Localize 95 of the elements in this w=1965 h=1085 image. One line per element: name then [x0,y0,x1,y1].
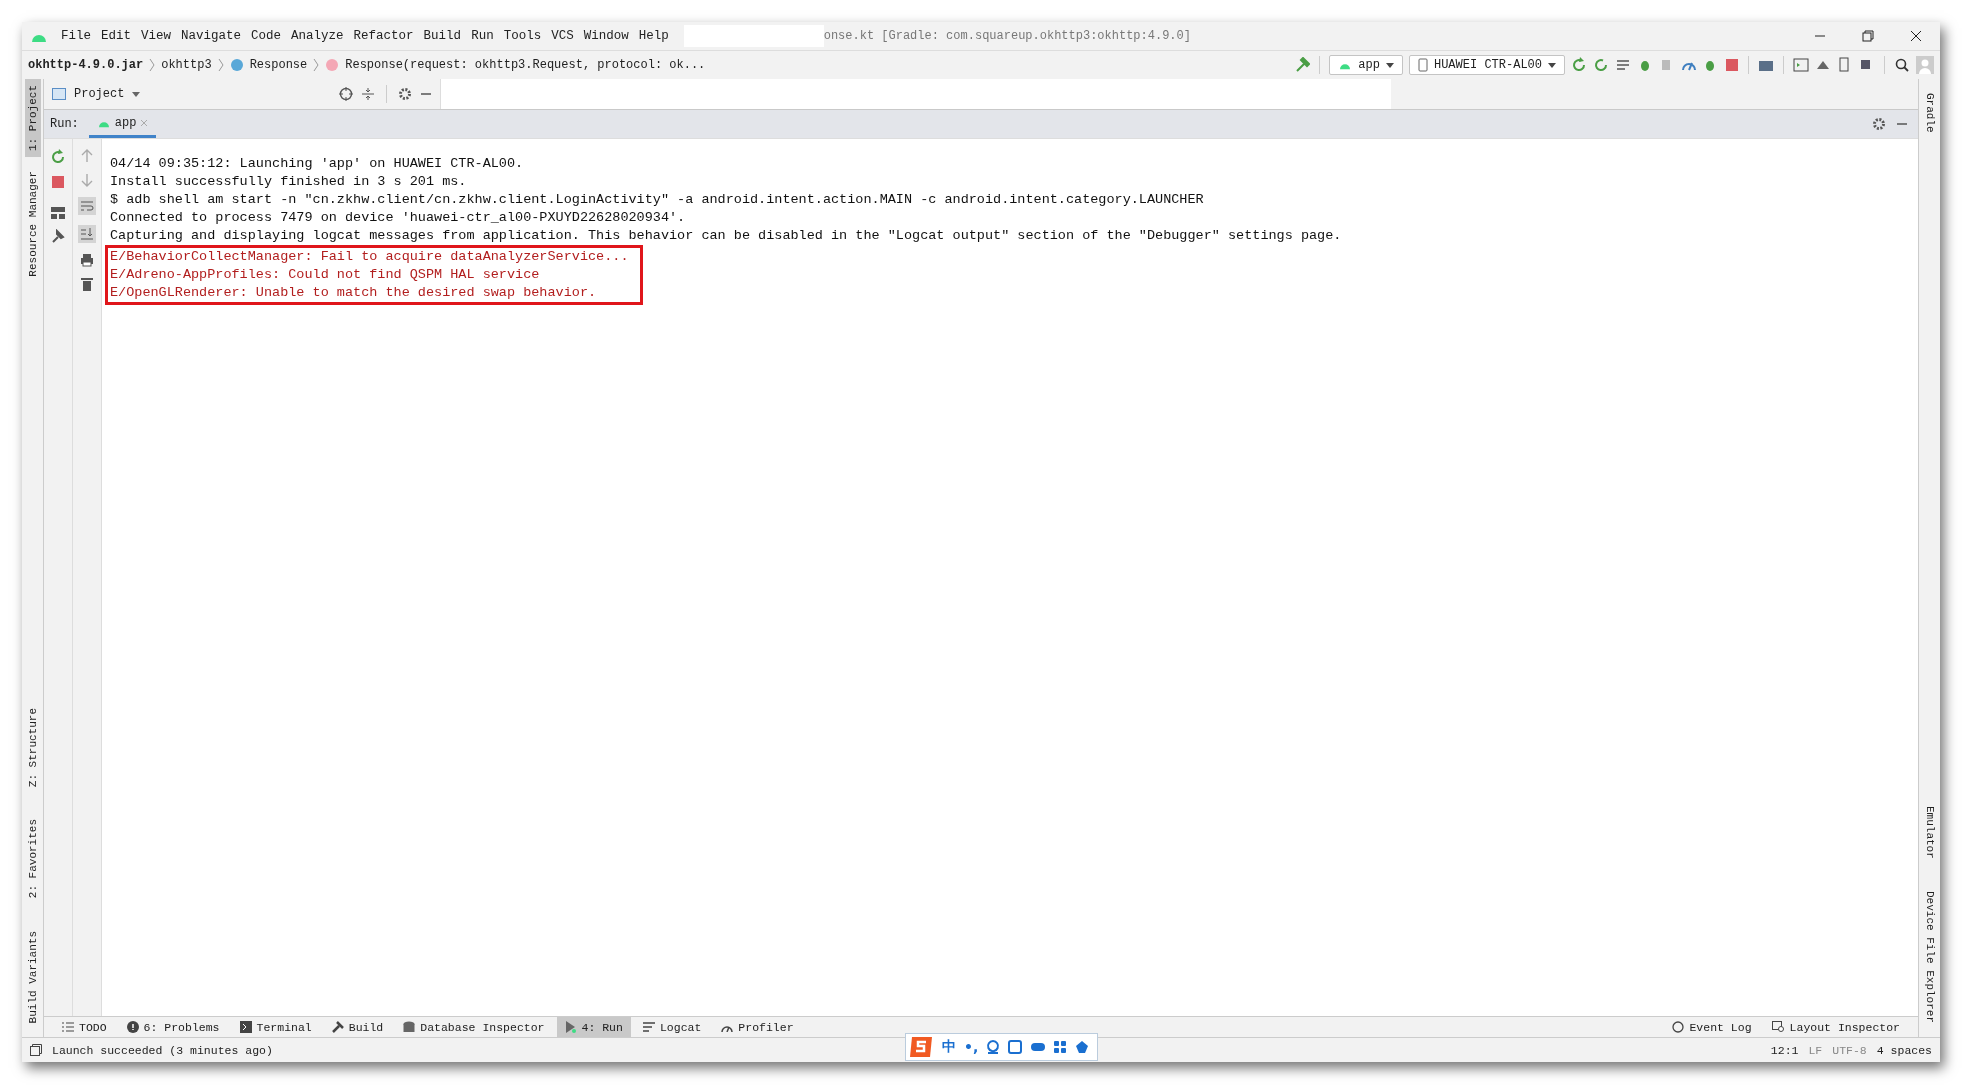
menu-item[interactable]: Refactor [348,29,419,43]
tool-window-tab[interactable]: Layout Inspector [1763,1017,1908,1037]
tool-window-tab[interactable]: Emulator [1921,800,1938,865]
tool-window-tab[interactable]: Logcat [634,1017,710,1037]
caret-icon [1385,62,1394,68]
console-line: Capturing and displaying logcat messages from application. This behavior can be disabled in the "Logcat output" section of the "Debugger" settings page. [110,227,1343,245]
terminal-icon [239,1021,252,1033]
layout-icon[interactable] [51,207,65,219]
run-label: Run: [50,117,79,131]
caret-icon[interactable] [132,91,141,97]
tool-window-tab[interactable]: 1: Project [24,79,41,157]
project-icon [52,88,66,100]
tool-window-tab[interactable]: Resource Manager [24,165,41,283]
warning-icon [126,1021,139,1033]
hammer-icon [331,1021,344,1033]
console-line: Install successfully finished in 3 s 201 ms. [110,173,468,191]
tool-window-tab[interactable]: Device File Explorer [1921,884,1938,1029]
tool-window-tab[interactable]: Database Inspector [395,1017,553,1037]
restore-icon[interactable] [1862,30,1874,42]
settings-icon[interactable] [398,87,412,101]
search-icon[interactable] [1894,57,1910,73]
tool-window-tab[interactable]: Z: Structure [24,702,41,794]
pin-icon[interactable] [51,229,65,243]
menu-item[interactable]: Navigate [176,29,247,43]
settings-icon[interactable] [1872,117,1886,131]
play-icon [564,1021,577,1033]
tool-window-tab[interactable]: Build Variants [24,924,41,1029]
phone-icon [1417,58,1428,72]
breadcrumb[interactable]: Response(request: okhttp3.Request, protocol: ok... [345,58,706,72]
trash-icon[interactable] [81,277,93,291]
menu-item[interactable]: Window [578,29,634,43]
tool-window-tab[interactable]: 6: Problems [118,1017,228,1037]
tool-window-tab[interactable]: Event Log [1664,1017,1760,1037]
status-item[interactable]: 4 spaces [1876,1043,1932,1057]
tool-window-tab[interactable]: 2: Favorites [24,813,41,905]
collapse-icon[interactable] [361,87,375,101]
tool-windows-toggle-icon[interactable] [30,1044,42,1056]
ime-mode[interactable]: 中 [942,1038,956,1056]
omega-icon[interactable] [986,1040,1001,1054]
print-icon[interactable] [80,253,94,267]
tool-window-tab[interactable]: TODO [54,1017,115,1037]
status-message: Launch succeeded (3 minutes ago) [52,1043,273,1057]
menu-item[interactable]: Analyze [286,29,349,43]
breadcrumb[interactable]: Response [249,58,308,72]
breadcrumb[interactable]: okhttp3 [161,58,212,72]
database-icon [403,1020,416,1034]
tool-window-tab[interactable]: 4: Run [556,1017,631,1037]
terminal-icon[interactable] [1793,57,1809,73]
rerun-icon[interactable] [1571,57,1587,73]
class-icon [229,58,244,72]
close-icon[interactable] [1910,30,1922,42]
list-icon [62,1022,74,1032]
rerun-icon[interactable] [50,149,66,165]
menu-item[interactable]: Code [246,29,287,43]
run-config-dropdown[interactable]: app [1329,55,1403,75]
project-view-dropdown[interactable]: Project [74,87,125,101]
status-item[interactable]: 12:1 [1770,1043,1799,1057]
method-icon [325,58,340,72]
scroll-to-end-icon[interactable] [78,225,96,243]
console-line: 04/14 09:35:12: Launching 'app' on HUAWEI CTR-AL00. [110,155,525,173]
tool-window-tab[interactable]: Terminal [231,1017,320,1037]
tool-window-tab[interactable]: Gradle [1921,87,1938,139]
grid-icon[interactable] [1054,1040,1068,1054]
caret-icon [1548,62,1556,68]
list-icon[interactable] [1615,57,1631,73]
chevron-icon [217,58,224,72]
menu-item[interactable]: View [136,29,177,43]
console-line: $ adb shell am start -n "cn.zkhw.client/cn.zkhw.client.LoginActivity" -a android.intent.action.MAIN -c android.intent.category.LAUNCHER [110,191,1205,209]
menu-item[interactable]: Edit [96,29,137,43]
tool-window-tab[interactable]: Build [323,1017,392,1037]
console-line: E/OpenGLRenderer: Unable to match the desired swap behavior. [110,284,598,302]
menu-item[interactable]: File [56,29,96,43]
window-title: onse.kt [Gradle: com.squareup.okhttp3:okhttp:4.9.0] [823,29,1191,43]
chevron-icon [149,58,156,72]
hammer-icon[interactable] [1294,57,1311,73]
menu-item[interactable]: Run [466,29,499,43]
console-line: E/Adreno-AppProfiles: Could not find QSPM HAL service [110,266,541,284]
lines-icon [642,1022,655,1032]
menu-item[interactable]: Help [633,29,674,43]
chevron-icon [313,58,320,72]
console-line: E/BehaviorCollectManager: Fail to acquire dataAnalyzerService... [110,248,629,266]
up-arrow-icon[interactable] [81,149,93,163]
down-arrow-icon[interactable] [81,173,93,187]
soft-wrap-icon[interactable] [78,197,96,215]
menu-item[interactable]: Tools [498,29,547,43]
crosshair-icon[interactable] [339,87,353,101]
breadcrumb[interactable]: okhttp-4.9.0.jar [28,58,144,72]
menu-item[interactable]: VCS [546,29,579,43]
ime-punctuation[interactable]: •, [964,1039,979,1055]
tool-window-tab[interactable]: Profiler [713,1017,802,1037]
device-dropdown[interactable]: HUAWEI CTR-AL00 [1408,55,1565,75]
stop-icon[interactable] [1725,58,1739,72]
stop-icon[interactable] [51,175,65,189]
console-line: Connected to process 7479 on device 'huawei-ctr_al00-PXUYD22628020934'. [110,209,687,227]
menu-item[interactable]: Build [418,29,467,43]
